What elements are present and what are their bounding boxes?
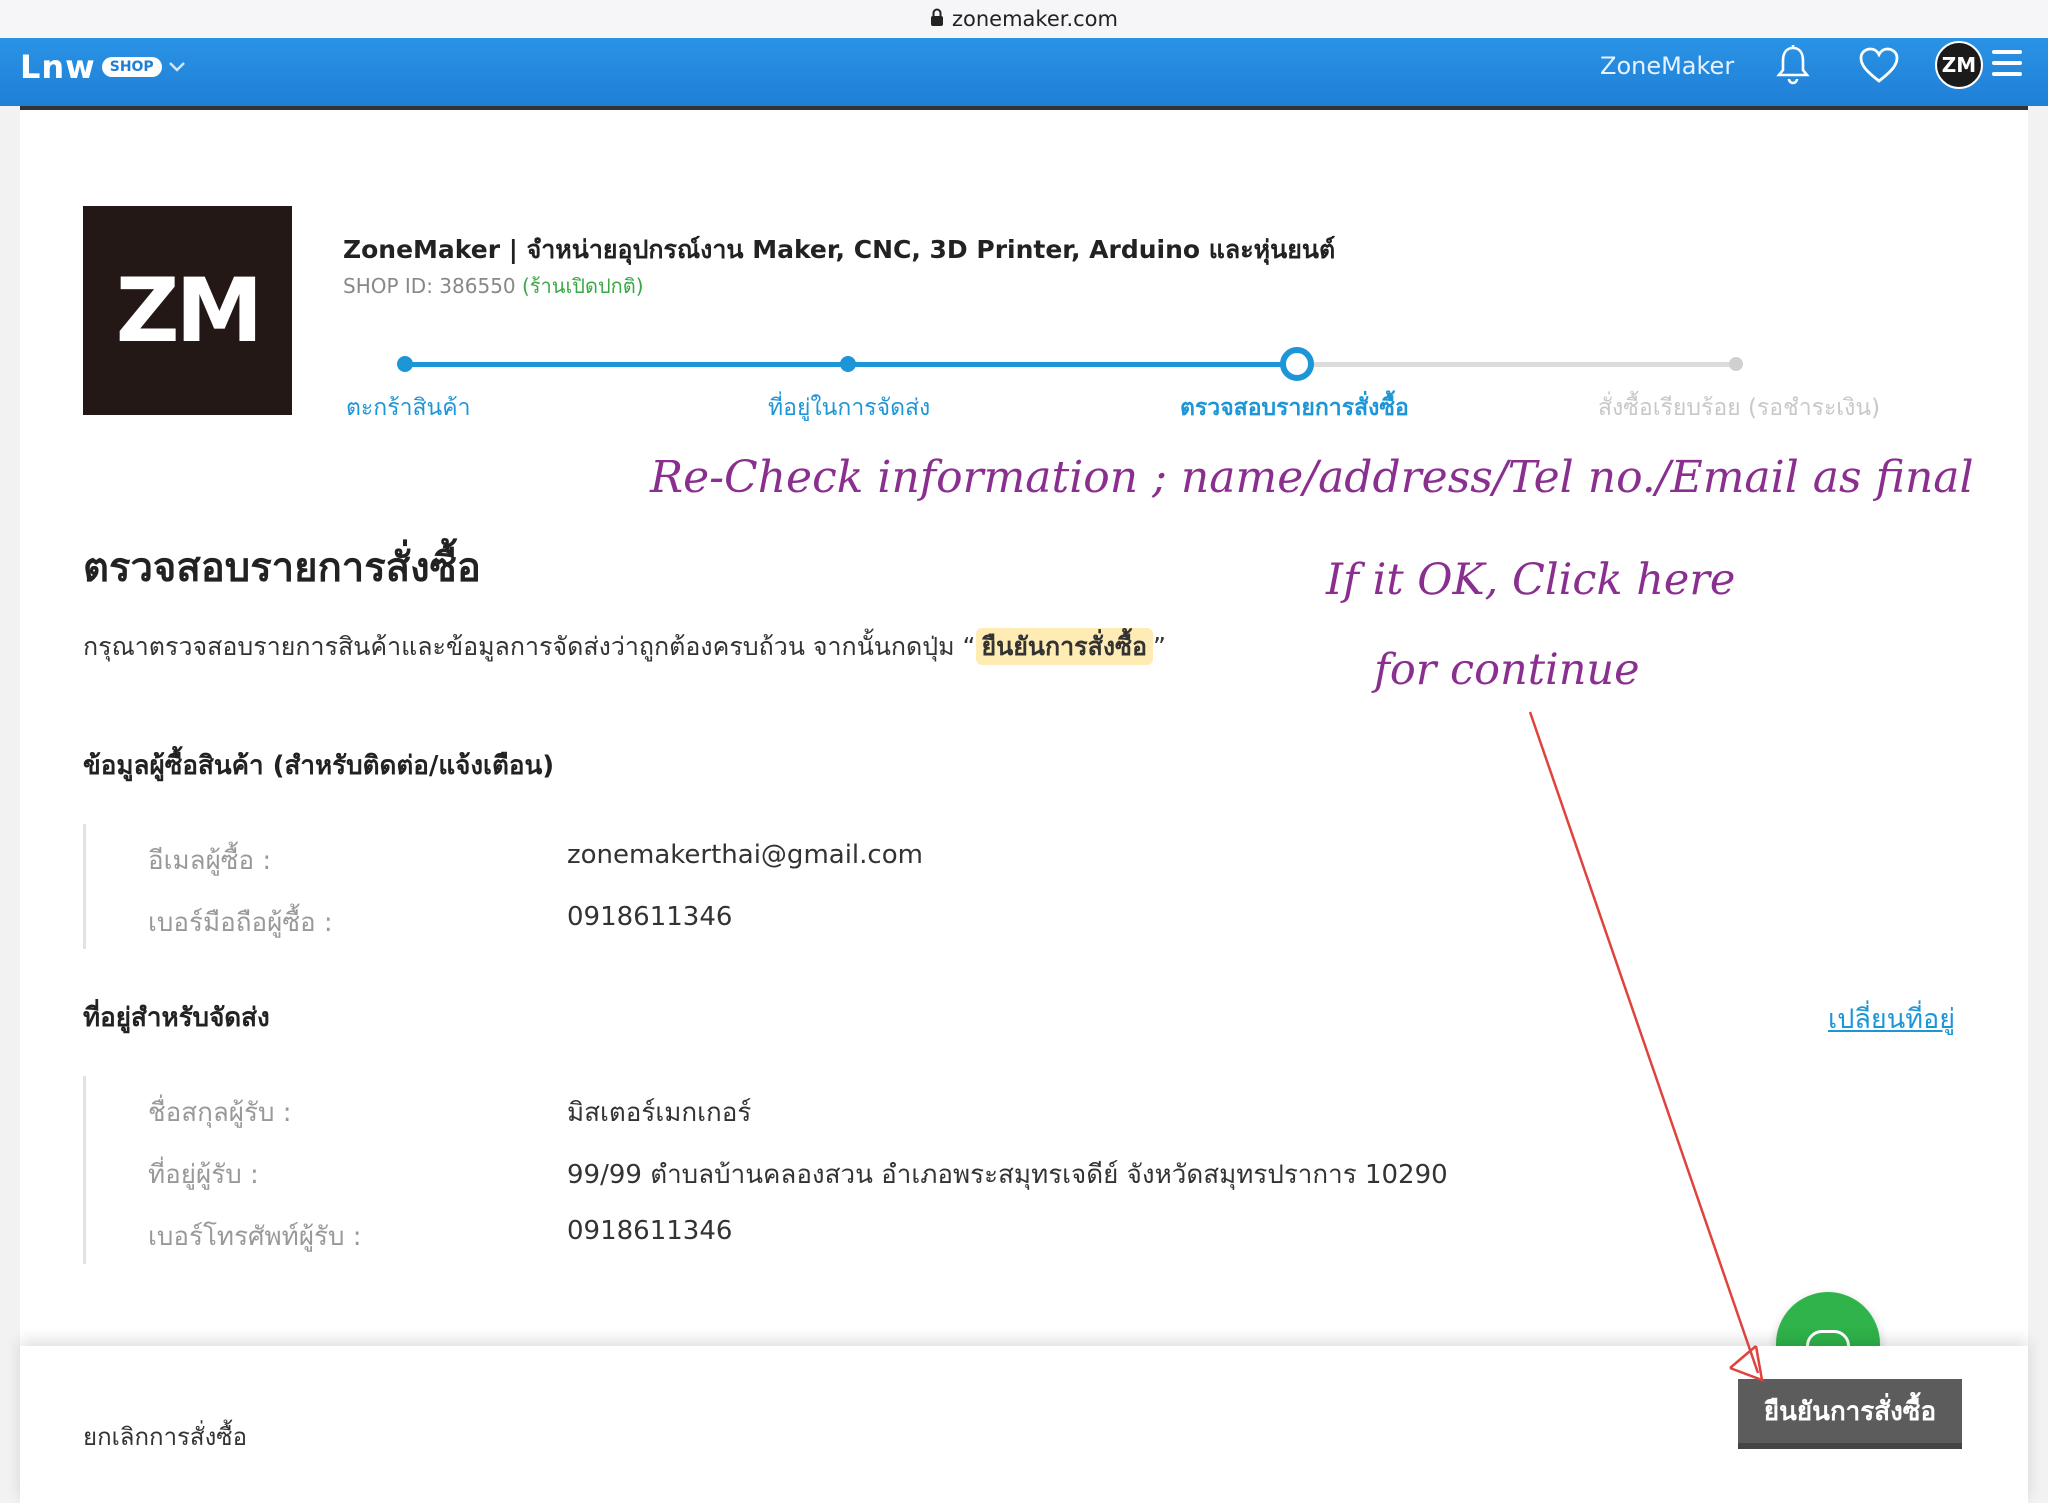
progress-line-pending: [1297, 362, 1737, 367]
recipient-name-label: ชื่อสกุลผู้รับ :: [148, 1098, 292, 1128]
step-label-complete: สั่งซื้อเรียบร้อย (รอชำระเงิน): [1598, 395, 1881, 421]
instruction-prefix: กรุณาตรวจสอบรายการสินค้าและข้อมูลการจัดส…: [83, 632, 976, 661]
buyer-info-block: [83, 824, 86, 949]
recipient-address-value: 99/99 ตำบลบ้านคลองสวน อำเภอพระสมุทรเจดีย…: [567, 1160, 1448, 1190]
shipping-info-block: [83, 1076, 86, 1264]
instruction-text: กรุณาตรวจสอบรายการสินค้าและข้อมูลการจัดส…: [83, 627, 1166, 667]
annotation-recheck: Re-Check information ; name/address/Tel …: [650, 452, 1974, 503]
bell-icon[interactable]: [1776, 44, 1810, 86]
step-dot-complete: [1729, 357, 1743, 371]
annotation-ok-line2: for continue: [1374, 645, 1640, 695]
checkout-footer-bar: [20, 1346, 2028, 1503]
logo-badge: SHOP: [101, 57, 162, 77]
top-navigation-bar: [0, 38, 2048, 106]
step-label-cart[interactable]: ตะกร้าสินค้า: [346, 390, 471, 426]
step-dot-address: [840, 356, 856, 372]
nav-shop-name[interactable]: ZoneMaker: [1600, 52, 1734, 80]
step-label-review: ตรวจสอบรายการสั่งซื้อ: [1180, 395, 1409, 421]
shop-id: SHOP ID: 386550 (ร้านเปิดปกติ): [343, 270, 644, 302]
annotation-ok-line1: If it OK, Click here: [1326, 555, 1736, 605]
hamburger-menu-icon[interactable]: [1992, 50, 2022, 76]
heart-icon[interactable]: [1858, 46, 1900, 84]
lock-icon: [930, 7, 944, 31]
instruction-suffix: ”: [1153, 632, 1166, 661]
chevron-down-icon[interactable]: [168, 57, 186, 78]
page-title: ตรวจสอบรายการสั่งซื้อ: [83, 545, 481, 591]
shipping-section-title: ที่อยู่สำหรับจัดส่ง: [83, 1003, 270, 1033]
step-dot-review-active: [1280, 347, 1314, 381]
shop-status: (ร้านเปิดปกติ): [522, 274, 644, 298]
checkout-card: [20, 106, 2028, 1503]
confirm-order-button[interactable]: ยืนยันการสั่งซื้อ: [1738, 1379, 1962, 1449]
recipient-address-label: ที่อยู่ผู้รับ :: [148, 1160, 259, 1190]
shop-logo: ZM: [83, 206, 292, 415]
buyer-email-value: zonemakerthai@gmail.com: [567, 840, 923, 870]
cancel-order-link[interactable]: ยกเลิกการสั่งซื้อ: [83, 1417, 247, 1456]
user-avatar[interactable]: ZM: [1935, 41, 1983, 89]
browser-url-bar[interactable]: zonemaker.com: [0, 0, 2048, 38]
buyer-section-title: ข้อมูลผู้ซื้อสินค้า (สำหรับติดต่อ/แจ้งเต…: [83, 751, 555, 781]
browser-url-text: zonemaker.com: [952, 7, 1118, 31]
buyer-phone-value: 0918611346: [567, 902, 733, 932]
card-top-border: [20, 106, 2028, 110]
recipient-name-value: มิสเตอร์เมกเกอร์: [567, 1098, 752, 1128]
buyer-email-label: อีเมลผู้ซื้อ :: [148, 846, 272, 876]
logo-text: Lnw: [20, 48, 96, 86]
lnwshop-logo[interactable]: Lnw SHOP: [20, 48, 186, 86]
step-label-address[interactable]: ที่อยู่ในการจัดส่ง: [768, 390, 930, 426]
shop-id-text: SHOP ID: 386550: [343, 274, 516, 298]
change-address-link[interactable]: เปลี่ยนที่อยู่: [1828, 997, 1955, 1040]
instruction-highlight: ยืนยันการสั่งซื้อ: [975, 628, 1154, 665]
buyer-phone-label: เบอร์มือถือผู้ซื้อ :: [148, 908, 333, 938]
recipient-phone-label: เบอร์โทรศัพท์ผู้รับ :: [148, 1222, 362, 1252]
shop-title: ZoneMaker | จำหน่ายอุปกรณ์งาน Maker, CNC…: [343, 235, 1336, 264]
step-dot-cart: [397, 356, 413, 372]
recipient-phone-value: 0918611346: [567, 1216, 733, 1246]
